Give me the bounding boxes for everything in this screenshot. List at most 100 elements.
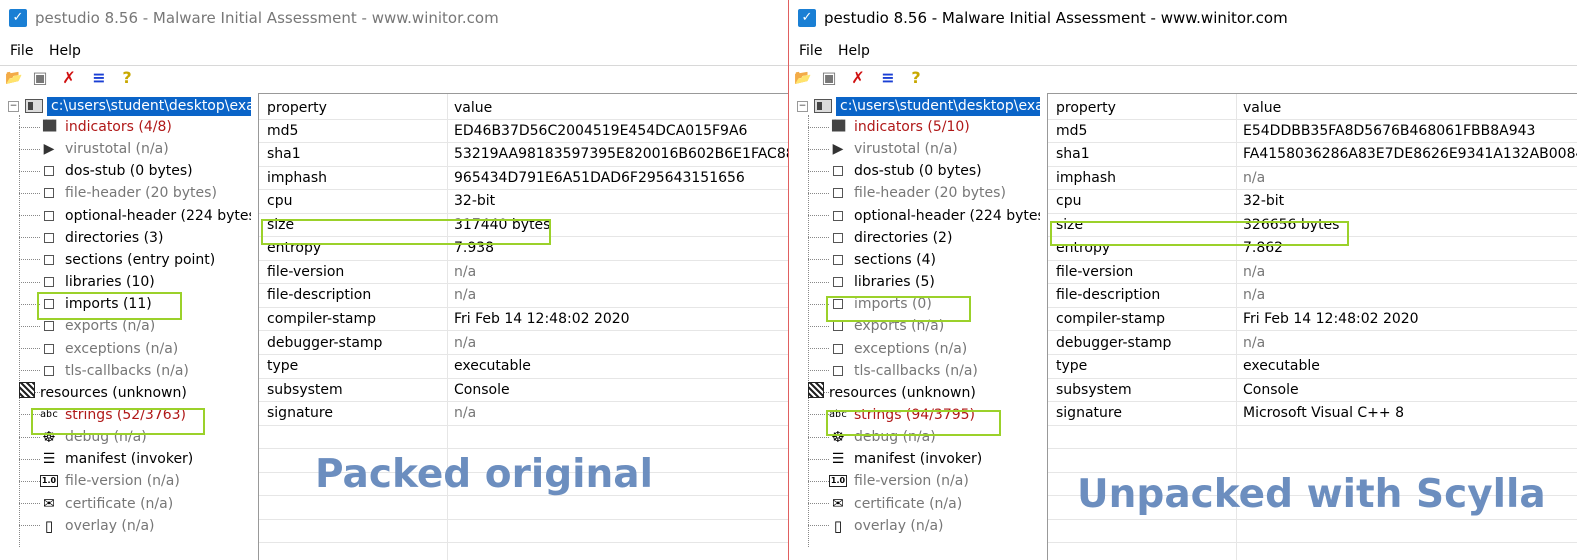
tree-item-tls-callbacks[interactable]: tls-callbacks (n/a) — [808, 360, 978, 382]
tree-branch — [808, 414, 829, 416]
tree-item-directories[interactable]: directories (2) — [808, 227, 952, 249]
table-row[interactable]: cpu 32-bit — [259, 190, 788, 214]
table-row[interactable]: file-version n/a — [1048, 261, 1577, 285]
table-row[interactable]: signature n/a — [259, 402, 788, 426]
tree-item-manifest[interactable]: ☰ manifest (invoker) — [808, 448, 982, 470]
menu-item-file[interactable]: File — [10, 42, 33, 60]
table-row[interactable]: cpu 32-bit — [1048, 190, 1577, 214]
cell-property: compiler-stamp — [1056, 310, 1165, 327]
tree-item-libraries[interactable]: libraries (5) — [808, 271, 935, 293]
column-header-property[interactable]: property — [267, 96, 327, 120]
exports-icon — [40, 318, 58, 334]
table-row[interactable]: compiler-stamp Fri Feb 14 12:48:02 2020 — [259, 308, 788, 332]
table-row[interactable]: md5 E54DDBB35FA8D5676B468061FBB8A943 — [1048, 120, 1577, 144]
tree-item-overlay[interactable]: ▯ overlay (n/a) — [19, 515, 155, 537]
table-row[interactable]: size 317440 bytes — [259, 214, 788, 238]
tree-item-indicators[interactable]: ▐█▌ indicators (5/10) — [808, 116, 970, 138]
table-row[interactable]: imphash n/a — [1048, 167, 1577, 191]
table-row[interactable]: sha1 53219AA98183597395E820016B602B6E1FAC… — [259, 143, 788, 167]
tree-root-path[interactable]: c:\users\student\desktop\exa — [47, 96, 251, 116]
list-icon[interactable]: ≡ — [90, 69, 108, 87]
list-icon[interactable]: ≡ — [879, 69, 897, 87]
tree-root[interactable]: − c:\users\student\desktop\exa — [797, 96, 1040, 116]
tree-item-exports[interactable]: exports (n/a) — [19, 315, 155, 337]
menu-item-file[interactable]: File — [799, 42, 822, 60]
help-icon[interactable]: ? — [118, 69, 136, 87]
tree-item-virustotal[interactable]: ▶ virustotal (n/a) — [19, 138, 169, 160]
table-row[interactable]: imphash 965434D791E6A51DAD6F295643151656 — [259, 167, 788, 191]
table-row[interactable]: debugger-stamp n/a — [259, 332, 788, 356]
tree-item-dos-stub[interactable]: dos-stub (0 bytes) — [19, 160, 193, 182]
delete-icon[interactable]: ✗ — [60, 69, 78, 87]
cell-value: Console — [1243, 381, 1299, 398]
table-row[interactable]: debugger-stamp n/a — [1048, 332, 1577, 356]
tree-root-path[interactable]: c:\users\student\desktop\exa — [836, 96, 1040, 116]
table-row[interactable]: compiler-stamp Fri Feb 14 12:48:02 2020 — [1048, 308, 1577, 332]
tree-item-certificate[interactable]: ✉ certificate (n/a) — [808, 493, 962, 515]
cell-value: n/a — [1243, 169, 1266, 186]
tree-item-file-header[interactable]: file-header (20 bytes) — [808, 182, 1006, 204]
table-row[interactable]: entropy 7.862 — [1048, 237, 1577, 261]
tree-item-virustotal[interactable]: ▶ virustotal (n/a) — [808, 138, 958, 160]
tree-item-sections[interactable]: sections (entry point) — [19, 249, 215, 271]
tree-root[interactable]: − c:\users\student\desktop\exa — [8, 96, 251, 116]
table-row[interactable]: entropy 7.938 — [259, 237, 788, 261]
tree-item-resources[interactable]: resources (unknown) — [19, 381, 187, 404]
tree-item-manifest[interactable]: ☰ manifest (invoker) — [19, 448, 193, 470]
manifest-icon: ☰ — [42, 451, 56, 468]
tree-item-libraries[interactable]: libraries (10) — [19, 271, 155, 293]
column-header-value[interactable]: value — [454, 96, 492, 120]
collapse-icon[interactable]: − — [797, 100, 808, 112]
column-header-value[interactable]: value — [1243, 96, 1281, 120]
tree-item-indicators[interactable]: ▐█▌ indicators (4/8) — [19, 116, 172, 138]
tree-item-tls-callbacks[interactable]: tls-callbacks (n/a) — [19, 360, 189, 382]
save-icon[interactable]: ▣ — [820, 69, 838, 87]
certificate-icon: ✉ — [43, 495, 55, 512]
menu-item-help[interactable]: Help — [49, 42, 81, 60]
collapse-icon[interactable]: − — [8, 100, 19, 112]
cell-value: Microsoft Visual C++ 8 — [1243, 405, 1404, 422]
save-icon[interactable]: ▣ — [31, 69, 49, 87]
table-row[interactable]: sha1 FA4158036286A83E7DE8626E9341A132AB00… — [1048, 143, 1577, 167]
tree-item-imports[interactable]: imports (0) — [808, 293, 932, 315]
table-row[interactable]: type executable — [1048, 355, 1577, 379]
table-row[interactable]: type executable — [259, 355, 788, 379]
table-row[interactable]: subsystem Console — [1048, 379, 1577, 403]
tree-item-dos-stub[interactable]: dos-stub (0 bytes) — [808, 160, 982, 182]
tree-item-exceptions[interactable]: exceptions (n/a) — [19, 338, 178, 360]
tree-item-certificate[interactable]: ✉ certificate (n/a) — [19, 493, 173, 515]
tree-item-strings[interactable]: abc strings (52/3763) — [19, 404, 186, 426]
tree-item-resources[interactable]: resources (unknown) — [808, 381, 976, 404]
tree-item-optional-header[interactable]: optional-header (224 bytes) — [19, 205, 251, 227]
tree-item-strings[interactable]: abc strings (94/3795) — [808, 404, 975, 426]
tree-item-debug[interactable]: ☸ debug (n/a) — [808, 426, 936, 448]
imports-icon — [829, 296, 847, 312]
tree-item-label: exports (n/a) — [65, 318, 156, 335]
delete-icon[interactable]: ✗ — [849, 69, 867, 87]
tree-item-directories[interactable]: directories (3) — [19, 227, 163, 249]
open-folder-icon[interactable]: 📂 — [5, 69, 23, 87]
tree-item-overlay[interactable]: ▯ overlay (n/a) — [808, 515, 944, 537]
table-row-empty — [259, 496, 788, 520]
tree-item-debug[interactable]: ☸ debug (n/a) — [19, 426, 147, 448]
menu-item-help[interactable]: Help — [838, 42, 870, 60]
tree-item-optional-header[interactable]: optional-header (224 bytes) — [808, 205, 1040, 227]
table-row[interactable]: file-version n/a — [259, 261, 788, 285]
cell-property: md5 — [267, 122, 299, 139]
tree-item-imports[interactable]: imports (11) — [19, 293, 152, 315]
table-row[interactable]: md5 ED46B37D56C2004519E454DCA015F9A6 — [259, 120, 788, 144]
table-row[interactable]: file-description n/a — [259, 284, 788, 308]
help-icon[interactable]: ? — [907, 69, 925, 87]
tree-item-file-version[interactable]: 1.0 file-version (n/a) — [19, 470, 180, 492]
tree-item-exports[interactable]: exports (n/a) — [808, 315, 944, 337]
table-row[interactable]: size 326656 bytes — [1048, 214, 1577, 238]
tree-item-exceptions[interactable]: exceptions (n/a) — [808, 338, 967, 360]
table-row[interactable]: file-description n/a — [1048, 284, 1577, 308]
table-row[interactable]: signature Microsoft Visual C++ 8 — [1048, 402, 1577, 426]
tree-item-file-version[interactable]: 1.0 file-version (n/a) — [808, 470, 969, 492]
open-folder-icon[interactable]: 📂 — [794, 69, 812, 87]
column-header-property[interactable]: property — [1056, 96, 1116, 120]
table-row[interactable]: subsystem Console — [259, 379, 788, 403]
tree-item-sections[interactable]: sections (4) — [808, 249, 936, 271]
tree-item-file-header[interactable]: file-header (20 bytes) — [19, 182, 217, 204]
